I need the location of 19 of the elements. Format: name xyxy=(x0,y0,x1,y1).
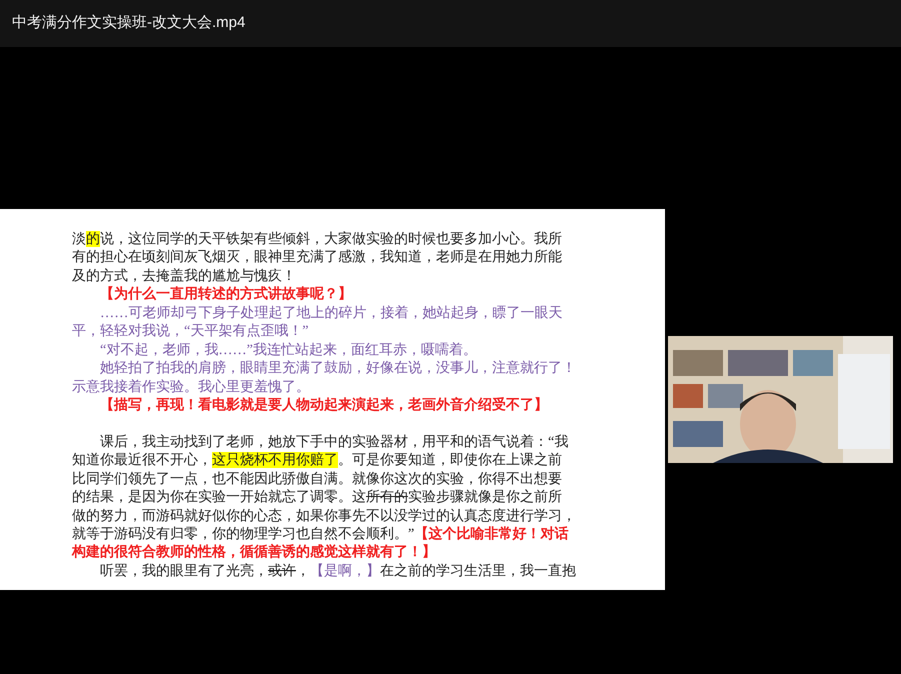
text-line: 做的努力，而游码就好似你的心态，如果你事先不以没学过的认真态度进行学习， xyxy=(72,506,576,525)
text-line: 【描写，再现！看电影就是要人物动起来演起来，老画外音介绍受不了】 xyxy=(99,396,548,414)
text-line: 有的担心在顷刻间灰飞烟灭，眼神里充满了感激，我知道，老师是在用她力所能 xyxy=(72,248,562,267)
window-title: 中考满分作文实操班-改文大会.mp4 xyxy=(12,13,246,34)
text-line: “对不起，老师，我……”我连忙站起来，面红耳赤，嗫嚅着。 xyxy=(99,340,477,360)
text-line: ……可老师却弓下身子处理起了地上的碎片，接着，她站起身，瞟了一眼天 xyxy=(99,304,562,322)
text-line: 示意我接着作实验。我心里更羞愧了。 xyxy=(72,378,310,396)
text-line: 及的方式，去掩盖我的尴尬与愧疚！ xyxy=(72,266,296,286)
text-line: 就等于游码没有归零，你的物理学习也自然不会顺利。”【这个比喻非常好！对话 xyxy=(72,525,568,544)
text-line: 听罢，我的眼里有了光亮，或许，【是啊，】在之前的学习生活里，我一直抱 xyxy=(99,562,576,580)
text-line: 平，轻轻对我说，“天平架有点歪哦！” xyxy=(72,322,309,341)
text-line: 的结果，是因为你在实验一开始就忘了调零。这所有的实验步骤就像是你之前所 xyxy=(72,488,562,507)
text-line: 知道你最近很不开心，这只烧杯不用你赔了。可是你要知道，即使你在上课之前 xyxy=(72,451,562,470)
text-line: 构建的很符合教师的性格，循循善诱的感觉这样就有了！】 xyxy=(72,543,436,562)
text-line: 【为什么一直用转述的方式讲故事呢？】 xyxy=(99,285,352,304)
text-line: 比同学们领先了一点，也不能因此骄傲自满。就像你这次的实验，你得不出想要 xyxy=(72,470,562,488)
text-line: 淡的说，这位同学的天平铁架有些倾斜，大家做实验的时候也要多加小心。我所 xyxy=(72,230,562,248)
text-line: 课后，我主动找到了老师，她放下手中的实验器材，用平和的语气说着：“我 xyxy=(99,432,568,452)
text-line: 她轻拍了拍我的肩膀，眼睛里充满了鼓励，好像在说，没事儿，注意就行了！ xyxy=(99,359,576,378)
